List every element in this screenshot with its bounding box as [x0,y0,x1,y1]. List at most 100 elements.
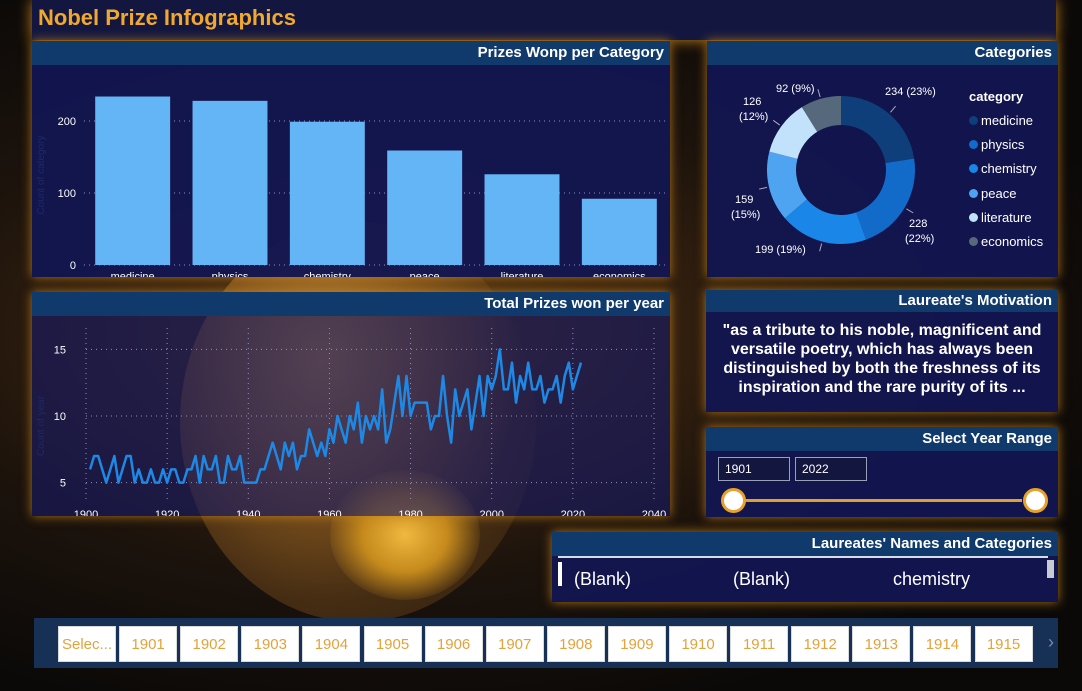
year-range-panel: Select Year Range 1901 2022 [706,427,1058,517]
year-slicer-item[interactable]: 1907 [485,626,544,662]
legend-item-physics[interactable]: physics [969,132,1043,156]
donut-chart-title: Categories [707,41,1058,65]
donut-data-label: 228 (22%) [905,218,934,245]
donut-leader-line [906,208,914,214]
donut-slice-medicine[interactable] [841,96,915,164]
x-tick-label: 2020 [561,509,585,516]
legend-dot-icon [969,212,978,222]
table-scrollbar[interactable] [1047,560,1054,578]
donut-chart: 234 (23%) 228 (22%) 199 (19%) 159 (15%) 126 (12… [731,83,936,256]
donut-data-label: 126 (12%) [739,96,768,123]
dashboard-header: Nobel Prize Infographics [32,0,1056,40]
year-slider-start-handle[interactable] [721,488,746,513]
donut-data-label: 159 (15%) [731,194,760,221]
year-slicer-item[interactable]: 1905 [363,626,422,662]
donut-data-label: 234 (23%) [885,86,936,98]
x-tick-label: physics [212,271,249,277]
year-slicer-item[interactable]: 1908 [546,626,605,662]
line-chart-panel: Total Prizes won per year 5 10 15 1900 1920 1… [32,292,670,516]
bar-physics[interactable] [192,100,268,265]
year-slicer-item[interactable]: 1909 [607,626,666,662]
table-row[interactable]: (Blank) (Blank) chemistry [558,559,1048,593]
table-cell-surname: (Blank) [733,569,791,589]
legend-title: category [969,89,1024,104]
year-slider-end-handle[interactable] [1023,488,1048,513]
legend-label: physics [981,136,1025,152]
year-start-input[interactable]: 1901 [718,457,790,481]
x-tick-label: 1940 [236,509,260,516]
motivation-text: "as a tribute to his noble, magnificent … [722,322,1042,396]
bar-chart-panel: Prizes Wonp per Category 0 100 200 Count of… [32,41,670,277]
legend-dot-icon [969,115,978,125]
motivation-title: Laureate's Motivation [706,290,1058,312]
laureate-table-title: Laureates' Names and Categories [552,532,1058,556]
donut-slice-physics[interactable] [856,158,915,240]
year-slicer-item[interactable]: 1901 [119,626,178,662]
table-header-line [558,556,1048,558]
year-slicer-item[interactable]: 1914 [913,626,972,662]
x-tick-label: economics [593,271,646,277]
chevron-right-icon[interactable]: › [1048,632,1054,653]
bar-economics[interactable] [581,198,657,265]
year-slicer-select-all[interactable]: Selec... [58,626,116,662]
row-selector-icon[interactable] [558,562,562,586]
year-slider-track[interactable] [722,499,1022,502]
donut-leader-line [817,89,821,98]
donut-leader-line [890,105,897,113]
legend-item-peace[interactable]: peace [969,181,1043,205]
y-tick-label: 15 [54,344,66,356]
year-slicer-item[interactable]: 1902 [180,626,239,662]
legend-dot-icon [969,188,978,198]
bar-literature[interactable] [484,174,560,265]
table-cell-category: chemistry [893,569,971,589]
bar-peace[interactable] [387,150,463,265]
year-slicer-item[interactable]: 1915 [974,626,1033,662]
x-tick-label: 1980 [398,509,422,516]
year-slicer-item[interactable]: 1906 [424,626,483,662]
year-end-input[interactable]: 2022 [795,457,867,481]
year-slicer-item[interactable]: 1912 [791,626,850,662]
donut-data-label: 199 (19%) [755,244,806,256]
dashboard-title: Nobel Prize Infographics [38,5,296,30]
motivation-panel: Laureate's Motivation "as a tribute to h… [706,290,1058,412]
y-tick-label: 5 [60,478,66,490]
legend-label: medicine [981,112,1034,128]
y-tick-label: 0 [70,260,76,272]
donut-leader-line [819,243,823,252]
line-chart: 5 10 15 1900 1920 1940 1960 1980 2000 2020 2040 Cou… [36,328,666,516]
year-slicer-item[interactable]: 1904 [302,626,361,662]
bar-medicine[interactable] [95,96,171,265]
year-slicer-item[interactable]: 1911 [730,626,789,662]
x-tick-label: 2040 [642,509,666,516]
x-tick-label: literature [501,271,544,277]
y-tick-label: 200 [58,116,76,128]
y-tick-label: 100 [58,188,76,200]
donut-chart-panel: Categories 234 (23%) 228 (22%) 199 (19%) 159… [707,41,1058,277]
legend-label: economics [981,234,1044,250]
table-cell-name: (Blank) [574,569,632,589]
x-tick-label: peace [410,271,440,277]
year-slicer: › Selec... 1901 1902 1903 1904 1905 1906 1907 19… [34,618,1058,668]
bar-chemistry[interactable] [289,121,365,265]
y-axis-label: Count of year [36,395,47,456]
legend-label: literature [981,209,1032,225]
year-slicer-item[interactable]: 1910 [669,626,727,662]
legend-item-literature[interactable]: literature [969,205,1043,229]
donut-data-label: 92 (9%) [776,83,815,95]
line-series[interactable] [88,348,583,484]
year-range-title: Select Year Range [706,427,1058,451]
donut-legend: category medicine physics chemistry peace li… [969,89,1043,254]
y-axis-label: Count of category [36,136,47,215]
legend-item-economics[interactable]: economics [969,229,1043,253]
year-slicer-item[interactable]: 1903 [241,626,300,662]
legend-dot-icon [969,139,978,149]
legend-item-chemistry[interactable]: chemistry [969,157,1043,181]
x-tick-label: medicine [111,271,155,277]
x-tick-label: 1960 [317,509,341,516]
donut-leader-line [759,186,768,190]
laureate-table-panel: Laureates' Names and Categories (Blank) … [552,532,1058,602]
legend-label: chemistry [981,161,1037,177]
legend-item-medicine[interactable]: medicine [969,108,1043,132]
year-slicer-item[interactable]: 1913 [852,626,911,662]
legend-label: peace [981,185,1017,201]
